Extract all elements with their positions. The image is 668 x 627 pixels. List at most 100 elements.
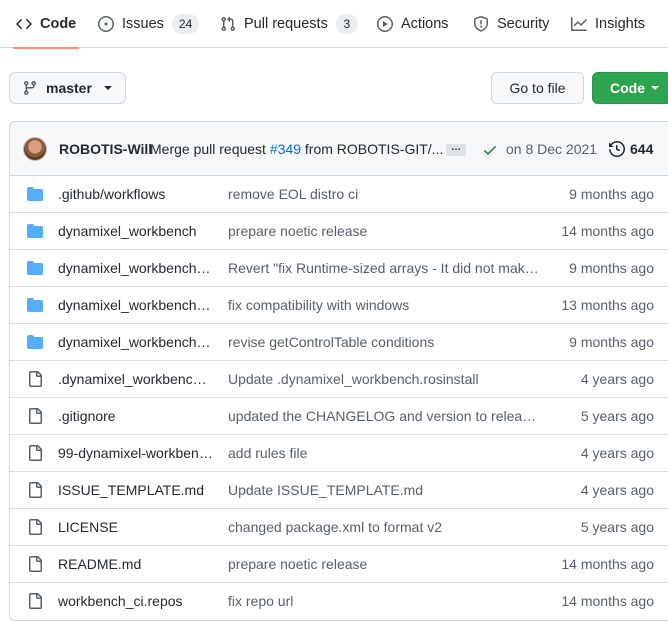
- tab-security[interactable]: Security: [473, 0, 549, 48]
- play-icon: [377, 16, 393, 32]
- commit-count[interactable]: 644: [630, 141, 653, 157]
- commit-message-link[interactable]: Revert "fix Runtime-sized arrays - It di…: [228, 260, 540, 276]
- commit-message-link[interactable]: changed package.xml to format v2: [228, 519, 540, 535]
- commit-message[interactable]: Merge pull request #349 from ROBOTIS-GIT…: [150, 141, 443, 157]
- branch-icon: [22, 80, 38, 96]
- file-name-link[interactable]: ISSUE_TEMPLATE.md: [58, 482, 213, 498]
- file-name-link[interactable]: LICENSE: [58, 519, 213, 535]
- file-name-link[interactable]: dynamixel_workbench_operators: [58, 297, 213, 313]
- pr-link[interactable]: #349: [270, 141, 301, 157]
- tab-issues[interactable]: Issues 24: [98, 0, 200, 48]
- tab-pull-requests[interactable]: Pull requests 3: [220, 0, 358, 48]
- file-name-link[interactable]: dynamixel_workbench: [58, 223, 213, 239]
- file-name-link[interactable]: README.md: [58, 556, 213, 572]
- commit-age: 14 months ago: [561, 223, 654, 239]
- table-row[interactable]: .gitignore updated the CHANGELOG and vers…: [10, 397, 668, 434]
- commit-message-link[interactable]: fix repo url: [228, 593, 540, 609]
- commit-age: 9 months ago: [569, 186, 654, 202]
- expand-commit-message-button[interactable]: …: [446, 143, 466, 156]
- avatar[interactable]: [23, 137, 47, 161]
- file-icon: [27, 445, 43, 461]
- file-name-link[interactable]: 99-dynamixel-workbench-cdc.rules: [58, 445, 213, 461]
- table-row[interactable]: dynamixel_workbench prepare noetic releas…: [10, 212, 668, 249]
- table-row[interactable]: ISSUE_TEMPLATE.md Update ISSUE_TEMPLATE.m…: [10, 471, 668, 508]
- shield-icon: [473, 16, 489, 32]
- commit-age: 4 years ago: [580, 445, 654, 461]
- file-name-link[interactable]: .gitignore: [58, 408, 213, 424]
- commit-author[interactable]: ROBOTIS-Will: [59, 141, 152, 157]
- file-name-link[interactable]: .dynamixel_workbench.rosinstall: [58, 371, 213, 387]
- commit-message-link[interactable]: Update .dynamixel_workbench.rosinstall: [228, 371, 540, 387]
- tab-pull-requests-label: Pull requests: [244, 16, 328, 32]
- folder-icon: [27, 223, 43, 239]
- latest-commit-bar: ROBOTIS-Will Merge pull request #349 fro…: [10, 122, 668, 176]
- history-icon[interactable]: [609, 140, 626, 158]
- table-row[interactable]: README.md prepare noetic release 14 months…: [10, 545, 668, 582]
- commit-age: 5 years ago: [580, 519, 654, 535]
- chevron-down-icon: [103, 86, 112, 90]
- tab-security-label: Security: [497, 16, 550, 32]
- file-name-link[interactable]: dynamixel_workbench_single_manager: [58, 334, 213, 350]
- commit-message-link[interactable]: revise getControlTable conditions: [228, 334, 540, 350]
- commit-date[interactable]: on 8 Dec 2021: [506, 141, 597, 157]
- file-icon: [27, 556, 43, 572]
- branch-name: master: [46, 80, 92, 96]
- graph-icon: [571, 16, 587, 32]
- issue-icon: [98, 16, 114, 32]
- pull-request-icon: [220, 16, 236, 32]
- file-list: .github/workflows remove EOL distro ci 9 m…: [10, 176, 668, 619]
- commit-message-link[interactable]: prepare noetic release: [228, 556, 540, 572]
- commit-message-prefix: Merge pull request: [150, 141, 270, 157]
- folder-icon: [27, 260, 43, 276]
- folder-icon: [27, 334, 43, 350]
- file-browser: ROBOTIS-Will Merge pull request #349 fro…: [9, 121, 668, 621]
- commit-age: 4 years ago: [580, 371, 654, 387]
- tab-code[interactable]: Code: [12, 0, 80, 49]
- tab-insights[interactable]: Insights: [571, 0, 645, 48]
- file-name-link[interactable]: .github/workflows: [58, 186, 213, 202]
- commit-age: 4 years ago: [580, 482, 654, 498]
- folder-icon: [27, 297, 43, 313]
- commit-message-link[interactable]: Update ISSUE_TEMPLATE.md: [228, 482, 540, 498]
- table-row[interactable]: LICENSE changed package.xml to format v2 5…: [10, 508, 668, 545]
- chevron-down-icon: [651, 86, 659, 90]
- table-row[interactable]: dynamixel_workbench_operators fix compati…: [10, 286, 668, 323]
- pull-requests-count-badge: 3: [335, 14, 358, 34]
- repo-tabs: Code Issues 24 Pull requests 3 Actions S…: [0, 0, 668, 49]
- file-icon: [27, 371, 43, 387]
- commit-message-link[interactable]: fix compatibility with windows: [228, 297, 540, 313]
- commit-age: 13 months ago: [561, 297, 654, 313]
- commit-message-link[interactable]: remove EOL distro ci: [228, 186, 540, 202]
- file-name-link[interactable]: dynamixel_workbench_controllers: [58, 260, 213, 276]
- file-icon: [27, 482, 43, 498]
- folder-icon: [27, 186, 43, 202]
- file-name-link[interactable]: workbench_ci.repos: [58, 593, 213, 609]
- table-row[interactable]: .github/workflows remove EOL distro ci 9 m…: [10, 176, 668, 212]
- table-row[interactable]: dynamixel_workbench_single_manager revise…: [10, 323, 668, 360]
- commit-message-link[interactable]: add rules file: [228, 445, 540, 461]
- code-button[interactable]: Code: [592, 72, 668, 104]
- commit-age: 5 years ago: [580, 408, 654, 424]
- table-row[interactable]: .dynamixel_workbench.rosinstall Update .d…: [10, 360, 668, 397]
- commit-age: 14 months ago: [561, 556, 654, 572]
- commit-message-link[interactable]: updated the CHANGELOG and version to rel…: [228, 408, 540, 424]
- check-icon[interactable]: [482, 142, 498, 158]
- tab-actions[interactable]: Actions: [377, 0, 449, 48]
- table-row[interactable]: workbench_ci.repos fix repo url 14 months …: [10, 582, 668, 619]
- tab-actions-label: Actions: [401, 16, 449, 32]
- file-icon: [27, 519, 43, 535]
- commit-age: 9 months ago: [569, 334, 654, 350]
- commit-age: 9 months ago: [569, 260, 654, 276]
- tab-code-label: Code: [40, 16, 77, 32]
- table-row[interactable]: dynamixel_workbench_controllers Revert "f…: [10, 249, 668, 286]
- branch-select-button[interactable]: master: [9, 72, 126, 104]
- code-button-label: Code: [610, 80, 645, 96]
- table-row[interactable]: 99-dynamixel-workbench-cdc.rules add rule…: [10, 434, 668, 471]
- commit-message-link[interactable]: prepare noetic release: [228, 223, 540, 239]
- code-icon: [16, 16, 32, 32]
- go-to-file-button[interactable]: Go to file: [491, 72, 584, 104]
- file-icon: [27, 408, 43, 424]
- issues-count-badge: 24: [171, 14, 200, 34]
- tab-insights-label: Insights: [595, 16, 645, 32]
- commit-age: 14 months ago: [561, 593, 654, 609]
